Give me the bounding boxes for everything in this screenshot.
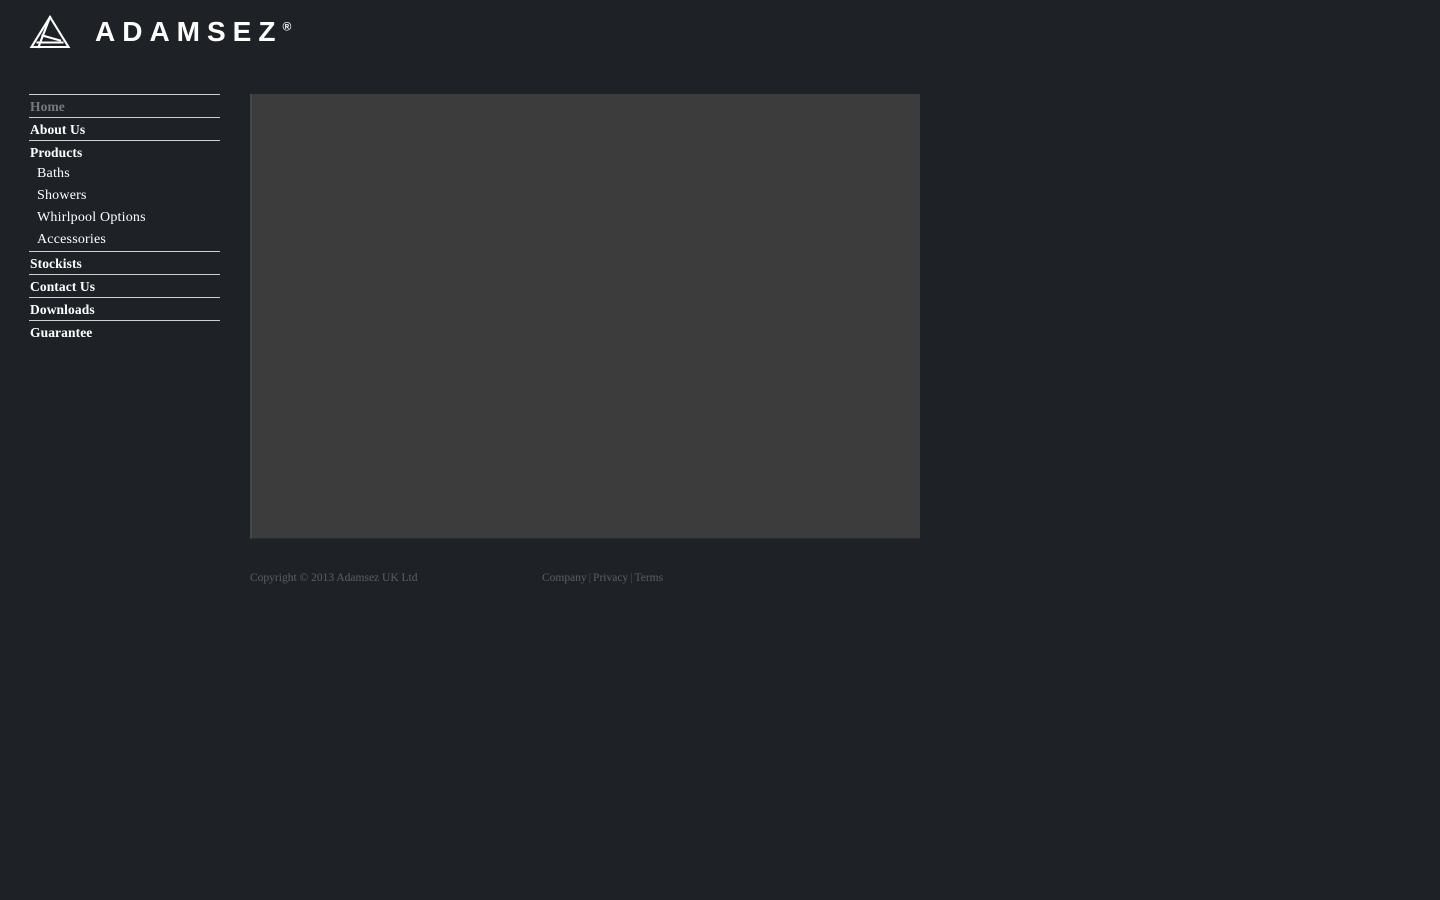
nav-item-about-us: About Us <box>29 117 220 140</box>
content-placeholder-panel <box>250 94 920 539</box>
sidebar-item-guarantee[interactable]: Guarantee <box>29 321 220 343</box>
sidebar-item-baths[interactable]: Baths <box>29 163 220 185</box>
footer-link-terms[interactable]: Terms <box>635 572 664 584</box>
nav-subitem-baths: Baths <box>29 163 220 185</box>
footer-link-company[interactable]: Company <box>542 572 587 584</box>
sidebar-item-accessories[interactable]: Accessories <box>29 229 220 251</box>
main-content-area <box>250 94 920 539</box>
sidebar-item-about-us[interactable]: About Us <box>29 118 220 140</box>
brand-wordmark-text: ADAMSEZ <box>95 16 283 47</box>
nav-list: Home About Us Products Baths Showers Whi… <box>29 94 220 343</box>
sidebar-item-home[interactable]: Home <box>29 95 220 117</box>
nav-item-guarantee: Guarantee <box>29 320 220 343</box>
sidebar-item-whirlpool-options[interactable]: Whirlpool Options <box>29 207 220 229</box>
nav-item-products: Products Baths Showers Whirlpool Options… <box>29 140 220 251</box>
sidebar-item-products[interactable]: Products <box>29 141 220 163</box>
site-header: ADAMSEZ® <box>0 0 1440 72</box>
sidebar-item-showers[interactable]: Showers <box>29 185 220 207</box>
nav-item-downloads: Downloads <box>29 297 220 320</box>
footer-links: Company | Privacy | Terms <box>542 569 663 587</box>
nav-item-stockists: Stockists <box>29 251 220 274</box>
registered-trademark-icon: ® <box>282 19 292 34</box>
brand-wordmark: ADAMSEZ® <box>95 18 291 46</box>
site-footer: Copyright © 2013 Adamsez UK Ltd Company |… <box>250 569 920 587</box>
sidebar-item-downloads[interactable]: Downloads <box>29 298 220 320</box>
sidebar-item-contact-us[interactable]: Contact Us <box>29 275 220 297</box>
adamsez-triangle-logo-icon <box>29 14 71 49</box>
nav-sublist-products: Baths Showers Whirlpool Options Accessor… <box>29 163 220 251</box>
nav-subitem-showers: Showers <box>29 185 220 207</box>
nav-item-home: Home <box>29 94 220 117</box>
brand-logo-link[interactable]: ADAMSEZ® <box>29 10 291 54</box>
nav-item-contact-us: Contact Us <box>29 274 220 297</box>
nav-subitem-accessories: Accessories <box>29 229 220 251</box>
nav-subitem-whirlpool-options: Whirlpool Options <box>29 207 220 229</box>
footer-copyright: Copyright © 2013 Adamsez UK Ltd <box>250 572 418 584</box>
footer-link-privacy[interactable]: Privacy <box>593 572 628 584</box>
sidebar-navigation: Home About Us Products Baths Showers Whi… <box>29 94 220 343</box>
sidebar-item-stockists[interactable]: Stockists <box>29 252 220 274</box>
